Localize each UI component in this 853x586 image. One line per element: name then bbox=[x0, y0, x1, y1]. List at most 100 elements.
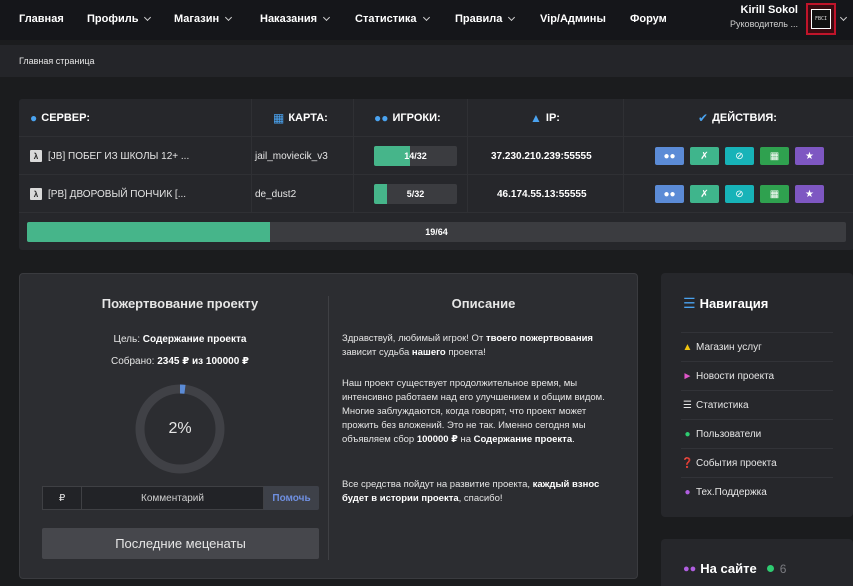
donate-percent: 2% bbox=[168, 420, 192, 437]
recent-patrons-button[interactable]: Последние меценаты bbox=[42, 528, 319, 559]
server-name-label: [JB] ПОБЕГ ИЗ ШКОЛЫ 12+ ... bbox=[48, 150, 190, 162]
server-icon: ● bbox=[30, 111, 38, 125]
network-icon: ▲ bbox=[530, 111, 542, 125]
nav-profile[interactable]: Профиль bbox=[87, 13, 152, 25]
server-actions: ●● ✗ ⊘ ▦ ★ bbox=[655, 175, 830, 213]
server-ip[interactable]: 37.230.210.239:55555 bbox=[491, 137, 592, 175]
top-navbar: Главная Профиль Магазин Наказания Статис… bbox=[0, 0, 853, 40]
users-button[interactable]: ●● bbox=[655, 185, 684, 203]
users-icon: ●● bbox=[683, 562, 697, 575]
th-server-label: СЕРВЕР: bbox=[41, 112, 91, 124]
server-ip[interactable]: 46.174.55.13:55555 bbox=[497, 175, 587, 213]
server-row[interactable]: λ [JB] ПОБЕГ ИЗ ШКОЛЫ 12+ ... jail_moviec… bbox=[19, 137, 853, 175]
nav-shop[interactable]: Магазин bbox=[174, 13, 233, 25]
trophy-icon: ★ bbox=[805, 150, 814, 162]
breadcrumb: Главная страница bbox=[0, 45, 853, 77]
nav-forum-label: Форум bbox=[630, 13, 667, 25]
chevron-down-icon bbox=[422, 13, 430, 22]
user-slash-button[interactable]: ✗ bbox=[690, 147, 719, 165]
donate-form: ₽ Помочь bbox=[42, 486, 319, 510]
calendar-icon: ▦ bbox=[769, 188, 780, 200]
trophy-button[interactable]: ★ bbox=[795, 185, 824, 203]
chevron-down-icon bbox=[323, 13, 331, 22]
chevron-down-icon bbox=[225, 13, 233, 22]
check-circle-icon: ✔ bbox=[698, 111, 709, 125]
bullhorn-icon: ► bbox=[682, 370, 693, 382]
th-ip-label: IP: bbox=[545, 112, 560, 124]
game-icon: λ bbox=[30, 150, 42, 162]
description-paragraph: Здравствуй, любимый игрок! От твоего пож… bbox=[342, 333, 593, 358]
calendar-icon: ▦ bbox=[769, 150, 780, 162]
user-slash-button[interactable]: ✗ bbox=[690, 185, 719, 203]
server-icon: ☰ bbox=[683, 399, 692, 411]
players-count: 14/32 bbox=[404, 151, 427, 161]
nav-home[interactable]: Главная bbox=[19, 13, 64, 25]
nav-punishments-label: Наказания bbox=[260, 13, 318, 25]
server-row[interactable]: λ [PB] ДВОРОВЫЙ ПОНЧИК [... de_dust2 5/32… bbox=[19, 175, 853, 213]
online-title: ●● На сайте 6 bbox=[683, 561, 786, 576]
chevron-down-icon[interactable] bbox=[839, 13, 848, 22]
goal-label: Цель: bbox=[113, 334, 140, 345]
comment-input[interactable] bbox=[82, 486, 264, 510]
chevron-down-icon bbox=[508, 13, 516, 22]
th-players: ●● ИГРОКИ: bbox=[374, 99, 441, 137]
users-button[interactable]: ●● bbox=[655, 147, 684, 165]
user-icon: ● bbox=[684, 428, 691, 440]
server-name[interactable]: λ [JB] ПОБЕГ ИЗ ШКОЛЫ 12+ ... bbox=[30, 137, 189, 175]
sidebar-item-label: Пользователи bbox=[696, 428, 762, 440]
ban-icon: ⊘ bbox=[735, 150, 744, 162]
servers-header: ● СЕРВЕР: ▦ КАРТА: ●● ИГРОКИ: ▲ IP: ✔ ДЕЙСТВИ… bbox=[19, 99, 853, 137]
nav-punishments[interactable]: Наказания bbox=[260, 13, 331, 25]
calendar-button[interactable]: ▦ bbox=[760, 185, 789, 203]
server-map: jail_moviecik_v3 bbox=[255, 150, 328, 162]
users-icon: ●● bbox=[663, 188, 676, 200]
trophy-icon: ★ bbox=[805, 188, 814, 200]
ban-icon: ⊘ bbox=[735, 188, 744, 200]
th-server: ● СЕРВЕР: bbox=[30, 99, 90, 137]
user-role: Руководитель ... bbox=[730, 19, 798, 29]
question-icon: ❓ bbox=[681, 457, 694, 469]
ban-button[interactable]: ⊘ bbox=[725, 185, 754, 203]
sidebar-item-users[interactable]: ● Пользователи bbox=[681, 419, 833, 448]
avatar-logo: FBCI bbox=[811, 9, 831, 29]
th-ip: ▲ IP: bbox=[530, 99, 560, 137]
users-icon: ●● bbox=[663, 150, 676, 162]
nav-forum[interactable]: Форум bbox=[630, 13, 667, 25]
trophy-button[interactable]: ★ bbox=[795, 147, 824, 165]
server-name[interactable]: λ [PB] ДВОРОВЫЙ ПОНЧИК [... bbox=[30, 175, 186, 213]
sidebar-item-shop[interactable]: ▲ Магазин услуг bbox=[681, 332, 833, 361]
description-title: Описание bbox=[451, 296, 516, 311]
ban-button[interactable]: ⊘ bbox=[725, 147, 754, 165]
user-menu[interactable]: Kirill Sokol Руководитель ... bbox=[730, 4, 798, 29]
th-actions-label: ДЕЙСТВИЯ: bbox=[712, 112, 777, 124]
sidebar-item-stats[interactable]: ☰ Статистика bbox=[681, 390, 833, 419]
nav-stats[interactable]: Статистика bbox=[355, 13, 430, 25]
basket-icon: ▲ bbox=[682, 341, 693, 353]
sidebar-item-events[interactable]: ❓ События проекта bbox=[681, 448, 833, 477]
breadcrumb-home[interactable]: Главная страница bbox=[19, 56, 95, 66]
sidebar-item-support[interactable]: ● Тех.Поддержка bbox=[681, 477, 833, 506]
server-map: de_dust2 bbox=[255, 188, 297, 200]
sidebar-item-news[interactable]: ► Новости проекта bbox=[681, 361, 833, 390]
avatar[interactable]: FBCI bbox=[806, 3, 836, 35]
servers-panel: ● СЕРВЕР: ▦ КАРТА: ●● ИГРОКИ: ▲ IP: ✔ ДЕЙСТВИ… bbox=[19, 99, 853, 250]
sidebar-title: ☰ Навигация bbox=[683, 295, 768, 312]
sidebar-title-label: Навигация bbox=[699, 296, 769, 311]
nav-rules[interactable]: Правила bbox=[455, 13, 516, 25]
sidebar-item-label: Тех.Поддержка bbox=[696, 486, 767, 498]
total-players-count: 19/64 bbox=[425, 227, 448, 237]
players-count: 5/32 bbox=[406, 189, 425, 199]
donate-collected: Собрано: 2345 ₽ из 100000 ₽ bbox=[20, 356, 340, 367]
th-actions: ✔ ДЕЙСТВИЯ: bbox=[698, 99, 777, 137]
goal-value: Содержание проекта bbox=[142, 334, 247, 345]
user-slash-icon: ✗ bbox=[700, 150, 709, 162]
game-icon: λ bbox=[30, 188, 42, 200]
total-players-progress: 19/64 bbox=[27, 222, 846, 242]
nav-vip-admins[interactable]: Vip/Админы bbox=[540, 13, 606, 25]
server-actions: ●● ✗ ⊘ ▦ ★ bbox=[655, 137, 830, 175]
help-button[interactable]: Помочь bbox=[264, 486, 319, 510]
sidebar-item-label: События проекта bbox=[696, 457, 777, 469]
description-paragraph: Наш проект существует продолжительное вр… bbox=[342, 378, 605, 445]
bars-icon: ☰ bbox=[683, 295, 696, 311]
calendar-button[interactable]: ▦ bbox=[760, 147, 789, 165]
